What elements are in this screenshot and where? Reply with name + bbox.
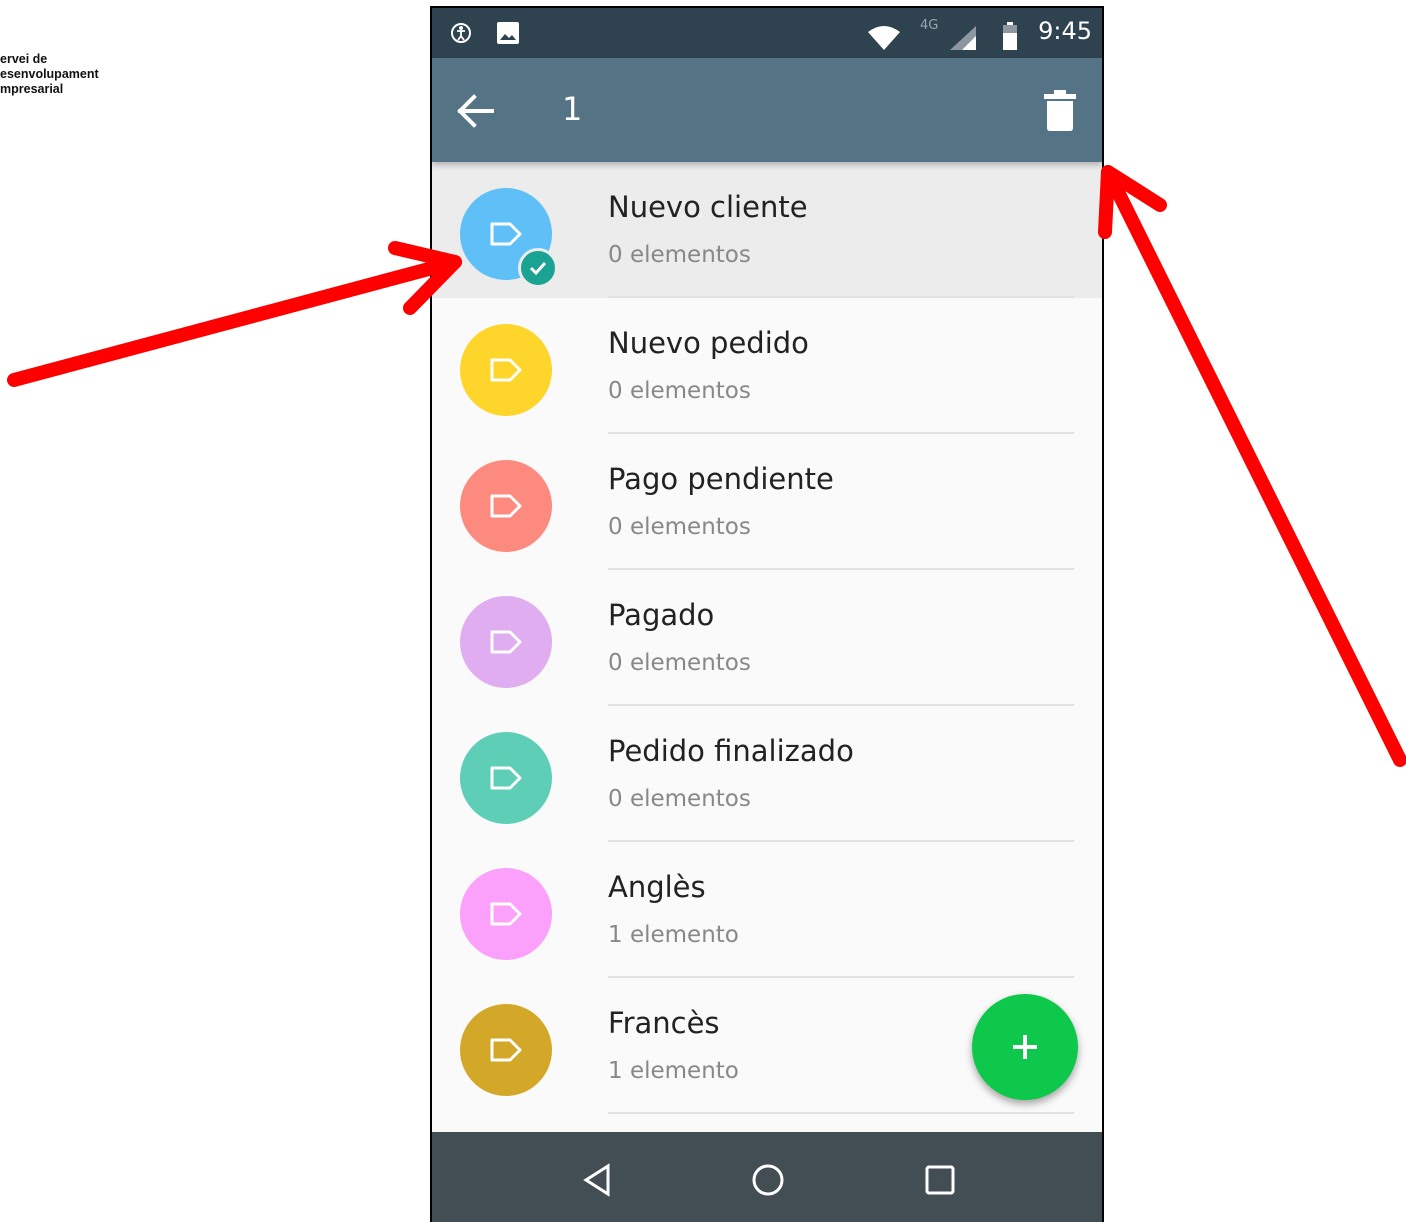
- network-type: 4G: [920, 18, 939, 33]
- accessibility-icon: [450, 22, 472, 48]
- add-label-button[interactable]: [972, 994, 1078, 1100]
- brand-text: ervei de esenvolupament mpresarial: [0, 52, 99, 97]
- label-count: 1 elemento: [608, 922, 739, 948]
- label-tag-icon: [490, 494, 522, 518]
- label-list: Nuevo cliente 0 elementos Nuevo pedido 0 el…: [432, 162, 1102, 1114]
- label-title: Pagado: [608, 598, 715, 632]
- label-color-avatar[interactable]: [460, 732, 552, 824]
- label-count: 0 elementos: [608, 786, 751, 812]
- trash-icon[interactable]: [1042, 88, 1078, 132]
- label-row[interactable]: Nuevo pedido 0 elementos: [432, 298, 1102, 434]
- label-count: 0 elementos: [608, 378, 751, 404]
- label-title: Pedido finalizado: [608, 734, 854, 768]
- clock: 9:45: [1038, 17, 1092, 45]
- label-count: 0 elementos: [608, 514, 751, 540]
- label-count: 0 elementos: [608, 650, 751, 676]
- selection-app-bar: 1: [432, 58, 1102, 162]
- phone-frame: 4G 9:45 1 Nuevo cliente 0 elementos Nuevo …: [430, 6, 1104, 1222]
- label-row[interactable]: Pedido finalizado 0 elementos: [432, 706, 1102, 842]
- label-title: Francès: [608, 1006, 720, 1040]
- selected-count: 1: [562, 90, 583, 128]
- arrow-back-icon[interactable]: [456, 94, 496, 128]
- signal-icon: [950, 26, 976, 54]
- label-tag-icon: [490, 358, 522, 382]
- label-color-avatar[interactable]: [460, 868, 552, 960]
- brand-line-1: ervei de: [0, 52, 48, 66]
- label-count: 1 elemento: [608, 1058, 739, 1084]
- back-triangle-icon[interactable]: [580, 1162, 616, 1198]
- brand-line-3: mpresarial: [0, 82, 64, 96]
- label-title: Anglès: [608, 870, 706, 904]
- right-annotation-arrow: [1098, 165, 1406, 767]
- plus-icon: [1013, 1035, 1037, 1059]
- navigation-bar: [432, 1132, 1102, 1222]
- label-color-avatar[interactable]: [460, 460, 552, 552]
- recents-square-icon[interactable]: [922, 1162, 958, 1198]
- label-title: Nuevo cliente: [608, 190, 808, 224]
- label-count: 0 elementos: [608, 242, 751, 268]
- left-annotation-arrow: [7, 241, 462, 387]
- check-icon: [518, 248, 558, 288]
- status-bar: 4G 9:45: [432, 8, 1102, 58]
- label-row[interactable]: Pago pendiente 0 elementos: [432, 434, 1102, 570]
- label-tag-icon: [490, 1038, 522, 1062]
- label-color-avatar[interactable]: [460, 596, 552, 688]
- image-icon: [496, 21, 520, 49]
- brand-line-2: esenvolupament: [0, 67, 99, 81]
- label-tag-icon: [490, 902, 522, 926]
- label-title: Nuevo pedido: [608, 326, 809, 360]
- label-tag-icon: [490, 630, 522, 654]
- label-row[interactable]: Anglès 1 elemento: [432, 842, 1102, 978]
- label-tag-icon: [490, 222, 522, 246]
- battery-icon: [1002, 22, 1018, 54]
- label-row[interactable]: Pagado 0 elementos: [432, 570, 1102, 706]
- label-color-avatar[interactable]: [460, 324, 552, 416]
- home-circle-icon[interactable]: [750, 1162, 786, 1198]
- phone-screen: 4G 9:45 1 Nuevo cliente 0 elementos Nuevo …: [432, 8, 1102, 1222]
- label-row[interactable]: Nuevo cliente 0 elementos: [432, 162, 1102, 298]
- label-title: Pago pendiente: [608, 462, 834, 496]
- label-color-avatar[interactable]: [460, 1004, 552, 1096]
- divider: [608, 1112, 1074, 1114]
- wifi-icon: [868, 26, 900, 54]
- label-tag-icon: [490, 766, 522, 790]
